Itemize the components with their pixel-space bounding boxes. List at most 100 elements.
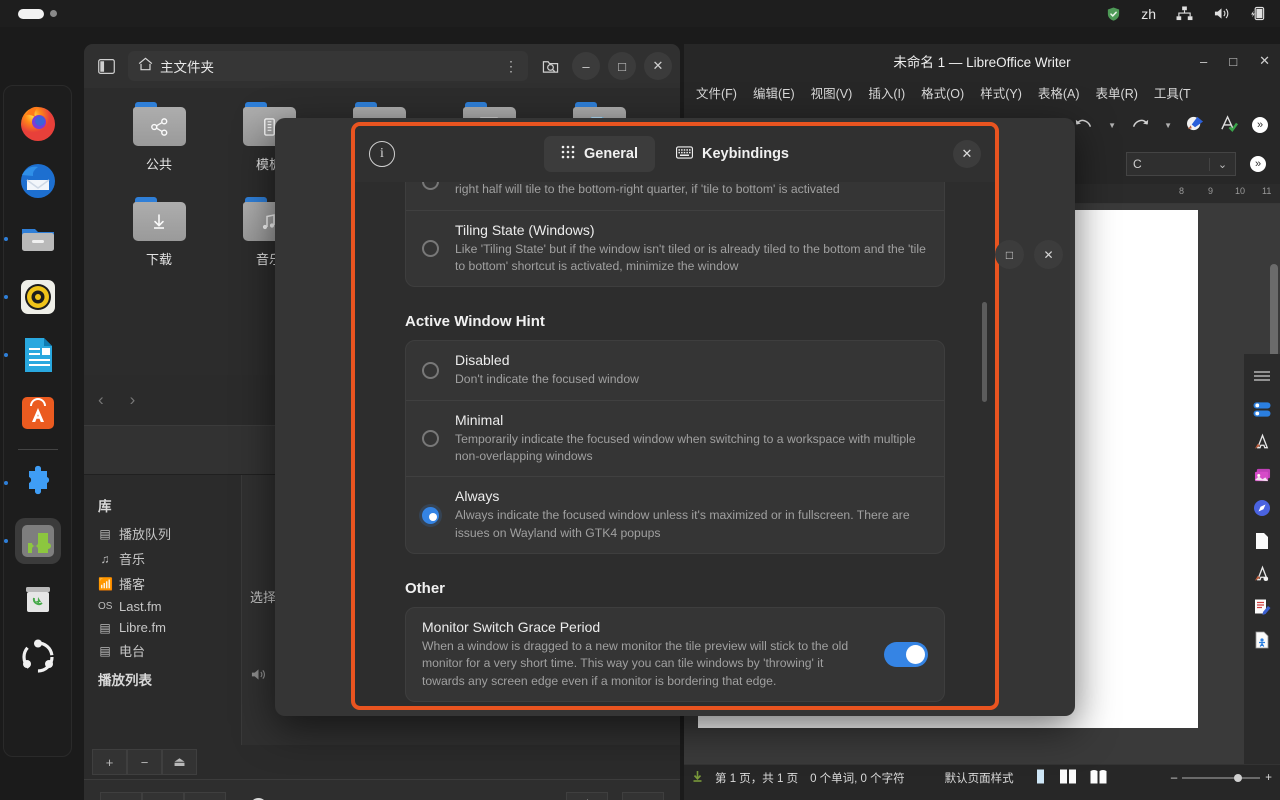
- folder-item[interactable]: 下载: [104, 197, 214, 292]
- sidebar-item-lastfm[interactable]: OS Last.fm: [98, 596, 241, 617]
- next-button[interactable]: ⏭: [184, 792, 226, 800]
- option-row-monitor-switch-grace-period[interactable]: Monitor Switch Grace Period When a windo…: [406, 608, 944, 701]
- seek-slider[interactable]: [250, 797, 542, 800]
- page-icon[interactable]: [1250, 529, 1274, 553]
- radio-button[interactable]: [422, 362, 439, 379]
- properties-icon[interactable]: [1250, 397, 1274, 421]
- dock-item-show-apps[interactable]: [15, 634, 61, 680]
- font-name-combo[interactable]: C ⌄: [1126, 152, 1236, 176]
- volume-icon[interactable]: [1213, 6, 1230, 21]
- zoom-out-button[interactable]: –: [1171, 772, 1177, 784]
- spelling-icon[interactable]: [1219, 115, 1238, 135]
- overflow-icon[interactable]: »: [1250, 156, 1266, 172]
- keyboard-layout-indicator[interactable]: zh: [1141, 6, 1156, 22]
- minimize-button[interactable]: –: [1200, 54, 1207, 69]
- maximize-button[interactable]: □: [1229, 54, 1237, 69]
- dock-item-files[interactable]: [15, 216, 61, 262]
- option-row-clipped[interactable]: Keeps the tiling state of the previous s…: [406, 182, 944, 210]
- tab-general[interactable]: General: [544, 136, 655, 172]
- sidebar-item-podcast[interactable]: 📶 播客: [98, 571, 241, 596]
- radio-button[interactable]: [422, 240, 439, 257]
- redo-icon[interactable]: [1130, 117, 1150, 134]
- option-row-disabled[interactable]: Disabled Don't indicate the focused wind…: [406, 341, 944, 399]
- menu-tools[interactable]: 工具(T: [1146, 80, 1199, 105]
- menu-view[interactable]: 视图(V): [803, 80, 861, 105]
- menu-table[interactable]: 表格(A): [1030, 80, 1088, 105]
- menu-edit[interactable]: 编辑(E): [745, 80, 803, 105]
- dock-item-thunderbird[interactable]: [15, 158, 61, 204]
- eject-button[interactable]: ⏏: [162, 749, 197, 775]
- accessibility-check-icon[interactable]: [1250, 628, 1274, 652]
- close-button[interactable]: ✕: [1034, 240, 1063, 269]
- dock-item-rhythmbox[interactable]: [15, 274, 61, 320]
- network-icon[interactable]: [1176, 6, 1193, 21]
- menu-styles[interactable]: 样式(Y): [972, 80, 1030, 105]
- zoom-handle[interactable]: [1234, 774, 1242, 782]
- dock-item-extensions[interactable]: [15, 518, 61, 564]
- workspace-indicator[interactable]: [18, 9, 57, 19]
- path-bar[interactable]: 主文件夹 ⋮: [128, 51, 528, 81]
- sidebar-item-music[interactable]: ♫ 音乐: [98, 546, 241, 571]
- undo-dropdown-icon[interactable]: ▼: [1108, 121, 1116, 130]
- shield-icon[interactable]: [1106, 6, 1121, 22]
- track-changes-icon[interactable]: [1250, 595, 1274, 619]
- monitor-switch-grace-period-toggle[interactable]: [884, 642, 928, 667]
- dock-item-libreoffice-writer[interactable]: [15, 332, 61, 378]
- close-button[interactable]: ✕: [644, 52, 672, 80]
- sidebar-item-librefm[interactable]: ▤ Libre.fm: [98, 617, 241, 638]
- dock-item-extension-manager[interactable]: [15, 460, 61, 506]
- menu-form[interactable]: 表单(R): [1088, 80, 1146, 105]
- option-row-always[interactable]: Always Always indicate the focused windo…: [406, 476, 944, 553]
- gallery-icon[interactable]: [1250, 463, 1274, 487]
- menu-insert[interactable]: 插入(I): [860, 80, 913, 105]
- radio-button[interactable]: [422, 182, 439, 190]
- book-view-icon[interactable]: [1089, 769, 1108, 787]
- play-button[interactable]: ▶: [142, 792, 184, 800]
- tab-keybindings[interactable]: Keybindings: [659, 137, 806, 172]
- remove-playlist-button[interactable]: −: [127, 749, 162, 775]
- battery-charging-icon[interactable]: [1250, 6, 1266, 21]
- sidebar-toggle-icon[interactable]: [92, 52, 120, 80]
- radio-button-selected[interactable]: [422, 507, 439, 524]
- maximize-button[interactable]: □: [608, 52, 636, 80]
- multi-page-view-icon[interactable]: [1059, 769, 1077, 787]
- minimize-button[interactable]: –: [572, 52, 600, 80]
- dock-item-firefox[interactable]: [15, 100, 61, 146]
- navigator-icon[interactable]: [1250, 496, 1274, 520]
- maximize-button[interactable]: □: [995, 240, 1024, 269]
- sidebar-menu-icon[interactable]: [1250, 364, 1274, 388]
- styles-icon[interactable]: [1250, 430, 1274, 454]
- single-page-view-icon[interactable]: [1034, 769, 1047, 787]
- zoom-in-button[interactable]: +: [1265, 772, 1272, 784]
- menu-file[interactable]: 文件(F): [688, 80, 745, 105]
- close-button[interactable]: ✕: [1259, 53, 1270, 69]
- redo-dropdown-icon[interactable]: ▼: [1164, 121, 1172, 130]
- menu-format[interactable]: 格式(O): [913, 80, 972, 105]
- repeat-icon[interactable]: [566, 792, 608, 800]
- nav-back-icon[interactable]: ‹: [98, 390, 104, 410]
- sidebar-item-play-queue[interactable]: ▤ 播放队列: [98, 521, 241, 546]
- close-icon[interactable]: ✕: [953, 140, 981, 168]
- nav-forward-icon[interactable]: ›: [130, 390, 136, 410]
- option-row-minimal[interactable]: Minimal Temporarily indicate the focused…: [406, 400, 944, 477]
- zoom-slider[interactable]: – +: [1171, 772, 1272, 784]
- style-inspector-icon[interactable]: [1250, 562, 1274, 586]
- info-icon[interactable]: i: [369, 141, 395, 167]
- preferences-scroll-area[interactable]: Keeps the tiling state of the previous s…: [355, 182, 995, 710]
- overflow-icon[interactable]: »: [1252, 117, 1268, 133]
- dialog-scrollbar-thumb[interactable]: [982, 302, 987, 402]
- undo-icon[interactable]: [1074, 117, 1094, 134]
- previous-button[interactable]: ⏮: [100, 792, 142, 800]
- kebab-menu-icon[interactable]: ⋮: [504, 58, 518, 75]
- search-folder-icon[interactable]: [536, 52, 564, 80]
- sidebar-item-radio[interactable]: ▤ 电台: [98, 638, 241, 663]
- chevron-down-icon[interactable]: ⌄: [1209, 158, 1235, 171]
- option-row-tiling-state-windows[interactable]: Tiling State (Windows) Like 'Tiling Stat…: [406, 210, 944, 287]
- folder-item[interactable]: 公共: [104, 102, 214, 197]
- volume-icon[interactable]: [250, 667, 267, 686]
- clone-formatting-icon[interactable]: [1186, 115, 1205, 135]
- dock-item-trash[interactable]: [15, 576, 61, 622]
- zoom-track[interactable]: [1182, 777, 1260, 779]
- save-state-icon[interactable]: [692, 770, 703, 786]
- add-playlist-button[interactable]: +: [92, 749, 127, 775]
